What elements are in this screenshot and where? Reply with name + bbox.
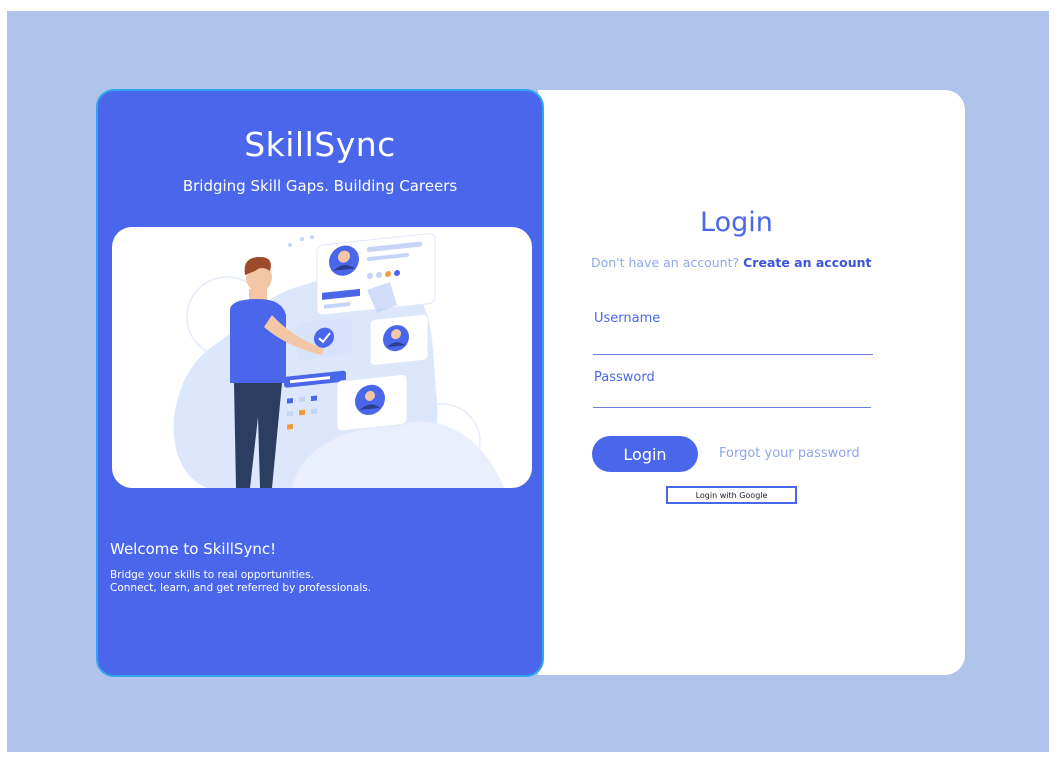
login-title: Login [700, 207, 773, 238]
welcome-line-1: Bridge your skills to real opportunities… [110, 569, 314, 581]
brand-tagline: Bridging Skill Gaps. Building Careers [182, 177, 458, 195]
forgot-password-link[interactable]: Forgot your password [719, 446, 860, 461]
welcome-heading: Welcome to SkillSync! [110, 540, 277, 558]
brand-panel: SkillSync Bridging Skill Gaps. Building … [96, 89, 544, 677]
brand-title: SkillSync [244, 125, 396, 164]
google-login-button[interactable]: Login with Google [666, 486, 797, 504]
create-account-link[interactable]: Create an account [743, 255, 871, 270]
username-label: Username [594, 311, 661, 326]
signup-prompt-text: Don't have an account? [591, 255, 740, 270]
welcome-line-2: Connect, learn, and get referred by prof… [110, 582, 372, 594]
login-button[interactable]: Login [592, 436, 698, 472]
username-field[interactable] [593, 354, 873, 355]
password-field[interactable] [593, 407, 871, 408]
illustration-graphic [173, 233, 504, 488]
password-label: Password [594, 370, 655, 385]
signup-prompt: Don't have an account? Create an account [591, 255, 871, 270]
welcome-description: Bridge your skills to real opportunities… [110, 569, 371, 595]
hero-illustration [112, 227, 532, 488]
